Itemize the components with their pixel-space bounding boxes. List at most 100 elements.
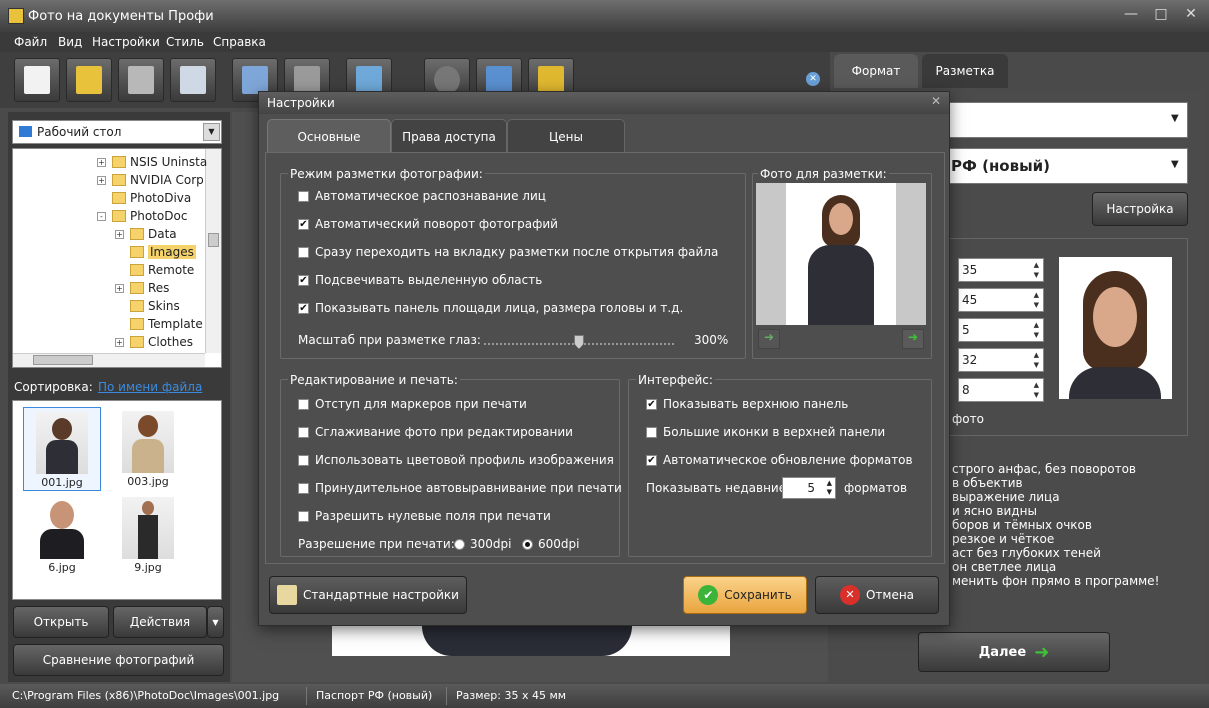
- defaults-button[interactable]: Стандартные настройки: [269, 576, 467, 614]
- tab-access[interactable]: Права доступа: [391, 119, 507, 153]
- tree-item[interactable]: + NSIS Uninsta: [97, 153, 207, 171]
- settings-button[interactable]: Настройка: [1092, 192, 1188, 226]
- tip-line: он светлее лица: [952, 560, 1057, 574]
- sort-link[interactable]: По имени файла: [98, 380, 202, 394]
- thumbnail-item[interactable]: 001.jpg: [23, 407, 101, 491]
- tree-item[interactable]: + NVIDIA Corp: [97, 171, 204, 189]
- thumbnail-item[interactable]: 9.jpg: [109, 493, 187, 577]
- expand-icon[interactable]: -: [97, 211, 106, 221]
- expand-icon[interactable]: +: [97, 157, 106, 167]
- print-button[interactable]: [170, 58, 216, 102]
- document-combo[interactable]: РФ (новый) ▼: [946, 148, 1188, 184]
- dialog-close-icon[interactable]: ✕: [931, 94, 941, 108]
- iface-opts-checkbox[interactable]: Большие иконки в верхней панели: [646, 425, 885, 439]
- info-icon[interactable]: ✕: [806, 72, 820, 86]
- chevron-down-icon[interactable]: ▼: [207, 606, 224, 638]
- checkbox-label: Сглаживание фото при редактировании: [315, 425, 573, 439]
- new-doc-button[interactable]: [14, 58, 60, 102]
- tree-item[interactable]: Skins: [115, 297, 180, 315]
- next-button-label: Далее: [978, 644, 1027, 660]
- edit-opts-checkbox[interactable]: Использовать цветовой профиль изображени…: [298, 453, 614, 467]
- minimize-icon[interactable]: —: [1120, 6, 1142, 24]
- tree-item[interactable]: Remote: [115, 261, 194, 279]
- window-title: Фото на документы Профи: [28, 9, 214, 24]
- expand-icon[interactable]: +: [115, 283, 124, 293]
- close-icon[interactable]: ✕: [1180, 6, 1202, 24]
- layout-opts-checkbox[interactable]: ✔ Подсвечивать выделенную область: [298, 273, 542, 287]
- save-button[interactable]: ✔ Сохранить: [683, 576, 807, 614]
- layout-mode-label: Режим разметки фотографии:: [288, 167, 485, 181]
- save-icon: [128, 66, 154, 94]
- height-spin[interactable]: 45: [958, 288, 1044, 312]
- expand-icon[interactable]: +: [115, 229, 124, 239]
- spin-arrows-icon[interactable]: ▲ ▼: [827, 479, 832, 497]
- open-folder-button[interactable]: [66, 58, 112, 102]
- menu-style[interactable]: Стиль: [166, 35, 204, 49]
- tree-item[interactable]: - PhotoDoc: [97, 207, 187, 225]
- arrow-left-icon[interactable]: ➜: [758, 329, 780, 349]
- open-button[interactable]: Открыть: [13, 606, 109, 638]
- tree-item[interactable]: + Clothes: [115, 333, 193, 351]
- tip-line: в объектив: [952, 476, 1023, 490]
- drive-combo[interactable]: Рабочий стол ▼: [12, 120, 222, 144]
- res-600-radio[interactable]: 600dpi: [522, 537, 579, 551]
- markup-photo: [756, 183, 926, 325]
- eye-scale-slider[interactable]: [484, 335, 674, 349]
- drive-combo-value: Рабочий стол: [37, 125, 122, 139]
- tree-item[interactable]: Images: [115, 243, 196, 261]
- tree-hscroll[interactable]: [13, 353, 205, 367]
- cancel-button[interactable]: ✕ Отмена: [815, 576, 939, 614]
- tree-item[interactable]: + Data: [115, 225, 177, 243]
- thumbnail-item[interactable]: 6.jpg: [23, 493, 101, 577]
- tree-item-label: Images: [148, 245, 196, 259]
- tree-item[interactable]: + Res: [115, 279, 169, 297]
- width-spin[interactable]: 35: [958, 258, 1044, 282]
- tree-item[interactable]: Template: [115, 315, 203, 333]
- tree-item-label: NVIDIA Corp: [130, 173, 204, 187]
- recent-spin[interactable]: 5 ▲ ▼: [782, 477, 836, 499]
- tab-format[interactable]: Формат: [834, 54, 918, 88]
- iface-opts-checkbox[interactable]: ✔ Автоматическое обновление форматов: [646, 453, 913, 467]
- res-300-radio[interactable]: 300dpi: [454, 537, 511, 551]
- maximize-icon[interactable]: □: [1150, 6, 1172, 24]
- edit-opts-checkbox[interactable]: Сглаживание фото при редактировании: [298, 425, 573, 439]
- edit-opts-checkbox[interactable]: Разрешить нулевые поля при печати: [298, 509, 551, 523]
- menu-file[interactable]: Файл: [14, 35, 47, 49]
- head-spin[interactable]: 32: [958, 348, 1044, 372]
- dialog-title: Настройки: [267, 96, 335, 110]
- iface-opts-checkbox[interactable]: ✔ Показывать верхнюю панель: [646, 397, 848, 411]
- save-button[interactable]: [118, 58, 164, 102]
- tab-main[interactable]: Основные: [267, 119, 391, 153]
- margin-spin[interactable]: 8: [958, 378, 1044, 402]
- tree-vscroll[interactable]: [205, 149, 221, 353]
- layout-opts-checkbox[interactable]: ✔ Автоматический поворот фотографий: [298, 217, 558, 231]
- tab-prices[interactable]: Цены: [507, 119, 625, 153]
- edit-opts-checkbox[interactable]: Принудительное автовыравнивание при печа…: [298, 481, 622, 495]
- recent-suffix: форматов: [844, 481, 908, 495]
- expand-icon[interactable]: +: [97, 175, 106, 185]
- compare-photos-button[interactable]: Сравнение фотографий: [13, 644, 224, 676]
- folder-icon: [112, 156, 126, 168]
- menu-help[interactable]: Справка: [213, 35, 266, 49]
- unchecked-box-icon: [298, 246, 309, 258]
- chevron-down-icon[interactable]: ▼: [203, 123, 220, 141]
- actions-button[interactable]: Действия: [113, 606, 207, 638]
- next-button[interactable]: Далее ➜: [918, 632, 1110, 672]
- folder-icon: [130, 336, 144, 348]
- layout-opts-checkbox[interactable]: Сразу переходить на вкладку разметки пос…: [298, 245, 718, 259]
- edit-opts-checkbox[interactable]: Отступ для маркеров при печати: [298, 397, 527, 411]
- checkbox-label: Разрешить нулевые поля при печати: [315, 509, 551, 523]
- thumbnail-item[interactable]: 003.jpg: [109, 407, 187, 491]
- menu-settings[interactable]: Настройки: [92, 35, 160, 49]
- format-combo[interactable]: ▼: [946, 102, 1188, 138]
- arrow-right-icon[interactable]: ➜: [902, 329, 924, 349]
- tree-item[interactable]: PhotoDiva: [97, 189, 191, 207]
- layout-opts-checkbox[interactable]: ✔ Показывать панель площади лица, размера…: [298, 301, 683, 315]
- tree-item-label: Res: [148, 281, 170, 295]
- tab-layout[interactable]: Разметка: [922, 54, 1008, 88]
- layout-opts-checkbox[interactable]: Автоматическое распознавание лиц: [298, 189, 546, 203]
- top-spin[interactable]: 5: [958, 318, 1044, 342]
- expand-icon[interactable]: +: [115, 337, 124, 347]
- open-folder-icon: [76, 66, 102, 94]
- menu-view[interactable]: Вид: [58, 35, 82, 49]
